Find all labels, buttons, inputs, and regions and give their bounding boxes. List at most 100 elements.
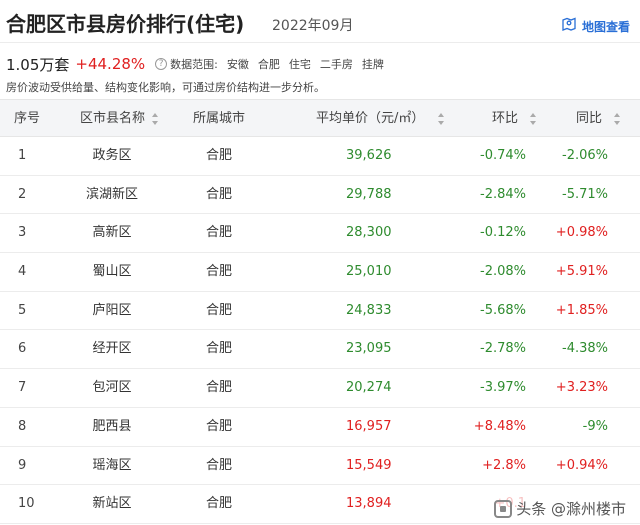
city-cell: 合肥	[206, 264, 233, 280]
scope-item-type: 住宅	[288, 58, 311, 71]
city-cell: 合肥	[206, 418, 233, 434]
scope-label: 数据范围:	[170, 58, 218, 71]
sort-price-icon[interactable]	[438, 113, 446, 125]
city-cell: 合肥	[206, 496, 233, 512]
city-cell: 合肥	[206, 148, 233, 163]
district-cell: 瑶海区	[92, 457, 132, 473]
rank-cell: 2	[18, 186, 27, 202]
table-row[interactable]: 2 滨湖新区 合肥 29,788 -2.84% -5.71%	[0, 176, 640, 215]
page-title: 合肥区市县房价排行(住宅)	[6, 12, 245, 36]
price-cell: 16,957	[346, 418, 392, 434]
yoy-cell: -4.38%	[562, 341, 608, 357]
mom-cell: -2.08%	[480, 264, 526, 280]
rank-cell: 4	[18, 264, 27, 280]
price-cell: 28,300	[346, 225, 392, 241]
mom-cell: -2.84%	[480, 186, 526, 202]
table-row[interactable]: 4 蜀山区 合肥 25,010 -2.08% +5.91%	[0, 253, 640, 292]
mom-cell: -3.97%	[480, 380, 526, 396]
rank-cell: 8	[18, 418, 27, 434]
watermark: 头条 @滁州楼市	[490, 496, 630, 521]
rank-cell: 9	[18, 457, 27, 473]
rank-cell: 3	[18, 225, 27, 241]
mom-cell: -5.68%	[480, 302, 526, 318]
col-rank: 序号	[14, 111, 41, 126]
mom-cell: +2.8%	[482, 457, 526, 473]
col-yoy[interactable]: 同比	[576, 100, 602, 138]
map-view-label: 地图查看	[581, 19, 630, 34]
listing-count: 1.05万套	[6, 55, 70, 74]
rank-cell: 10	[18, 496, 35, 512]
price-note: 房价波动受供给量、结构变化影响，可通过房价结构进一步分析。	[6, 81, 325, 94]
district-cell: 蜀山区	[92, 264, 132, 280]
table-row[interactable]: 7 包河区 合肥 20,274 -3.97% +3.23%	[0, 369, 640, 408]
scope-item-market: 二手房	[319, 58, 353, 71]
col-price[interactable]: 平均单价（元/㎡）	[316, 100, 424, 138]
table-row[interactable]: 9 瑶海区 合肥 15,549 +2.8% +0.94%	[0, 447, 640, 486]
price-cell: 13,894	[346, 496, 392, 512]
rank-cell: 5	[18, 302, 27, 318]
city-cell: 合肥	[206, 341, 233, 357]
rank-cell: 1	[18, 148, 27, 163]
mom-cell: -2.78%	[480, 341, 526, 357]
col-mom[interactable]: 环比	[492, 100, 518, 138]
mom-cell: -0.12%	[480, 225, 526, 241]
map-pin-icon	[561, 16, 577, 36]
col-city: 所属城市	[193, 111, 246, 126]
sort-yoy-icon[interactable]	[614, 113, 622, 125]
district-cell: 新站区	[92, 496, 132, 512]
table-header: 序号 区市县名称 所属城市 平均单价（元/㎡） 环比 同比	[0, 99, 640, 137]
mom-cell: +8.48%	[473, 418, 526, 434]
table-row[interactable]: 3 高新区 合肥 28,300 -0.12% +0.98%	[0, 214, 640, 254]
district-cell: 包河区	[92, 380, 132, 396]
table-row[interactable]: 1 政务区 合肥 39,626 -0.74% -2.06%	[0, 137, 640, 176]
district-cell: 庐阳区	[92, 302, 132, 318]
district-cell: 肥西县	[92, 418, 132, 434]
watermark-logo-icon	[494, 499, 513, 518]
yoy-cell: +3.23%	[555, 380, 608, 396]
yoy-cell: -9%	[582, 418, 608, 434]
price-cell: 20,274	[346, 380, 392, 396]
price-cell: 25,010	[346, 264, 392, 280]
price-cell: 29,788	[346, 186, 392, 202]
district-cell: 高新区	[92, 225, 132, 241]
help-icon[interactable]: ?	[155, 58, 168, 70]
city-cell: 合肥	[206, 225, 233, 241]
yoy-cell: +5.91%	[555, 264, 608, 280]
map-view-button[interactable]: 地图查看	[561, 16, 630, 36]
city-cell: 合肥	[206, 457, 233, 473]
header-divider	[0, 42, 640, 43]
rank-cell: 7	[18, 380, 27, 396]
yoy-cell: +0.94%	[555, 457, 608, 473]
city-cell: 合肥	[206, 380, 233, 396]
city-cell: 合肥	[206, 186, 233, 202]
district-cell: 经开区	[92, 341, 132, 357]
yoy-cell: +0.98%	[555, 225, 608, 241]
table-row[interactable]: 5 庐阳区 合肥 24,833 -5.68% +1.85%	[0, 292, 640, 331]
listing-change: +44.28%	[75, 55, 146, 73]
page-header: 合肥区市县房价排行(住宅) 2022年09月 地图查看	[0, 0, 640, 48]
summary-line: 1.05万套 +44.28% ? 数据范围: 安徽 合肥 住宅 二手房 挂牌	[6, 53, 384, 75]
report-date: 2022年09月	[272, 18, 354, 34]
price-cell: 24,833	[346, 302, 392, 318]
district-cell: 滨湖新区	[85, 186, 138, 202]
rank-cell: 6	[18, 341, 27, 357]
scope-item-province: 安徽	[226, 58, 249, 71]
table-body: 1 政务区 合肥 39,626 -0.74% -2.06% 2 滨湖新区 合肥 29,788 -2.…	[0, 137, 640, 524]
city-cell: 合肥	[206, 302, 233, 318]
table-row[interactable]: 8 肥西县 合肥 16,957 +8.48% -9%	[0, 408, 640, 447]
table-row[interactable]: 6 经开区 合肥 23,095 -2.78% -4.38%	[0, 330, 640, 370]
price-cell: 39,626	[346, 148, 392, 163]
sort-mom-icon[interactable]	[530, 113, 538, 125]
district-cell: 政务区	[92, 148, 132, 163]
ranking-table: 序号 区市县名称 所属城市 平均单价（元/㎡） 环比 同比 1 政务区 合肥 39,6…	[0, 99, 640, 524]
col-district[interactable]: 区市县名称	[80, 100, 145, 138]
yoy-cell: +1.85%	[555, 302, 608, 318]
mom-cell: -0.74%	[480, 148, 526, 163]
sort-district-icon[interactable]	[152, 113, 160, 125]
scope-item-source: 挂牌	[361, 58, 384, 71]
price-cell: 15,549	[346, 457, 392, 473]
watermark-text: 头条 @滁州楼市	[516, 500, 626, 518]
price-cell: 23,095	[346, 341, 392, 357]
scope-item-city: 合肥	[257, 58, 280, 71]
yoy-cell: -5.71%	[562, 186, 608, 202]
